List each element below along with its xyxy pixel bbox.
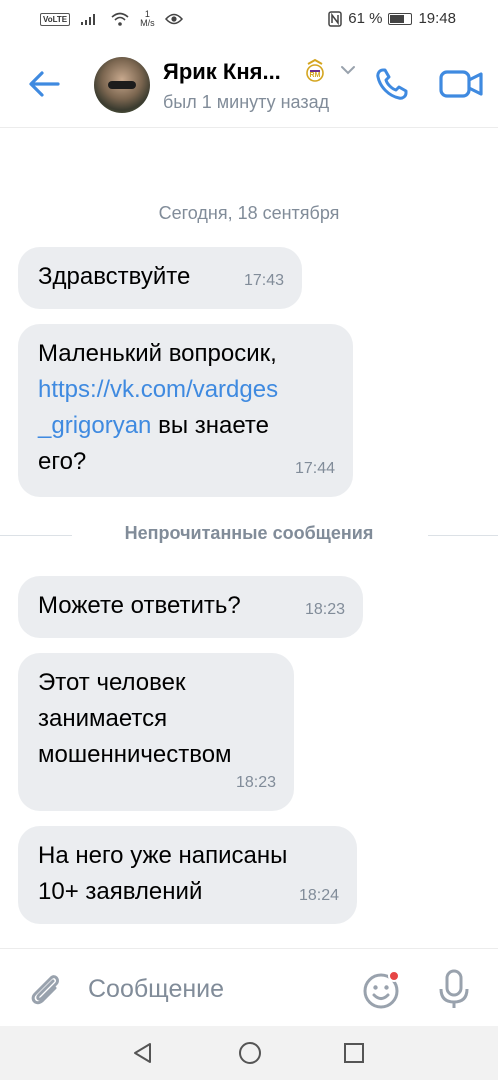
message-time: 18:24 — [298, 887, 339, 904]
nav-home-icon[interactable] — [237, 1040, 263, 1066]
clock: 19:48 — [418, 10, 456, 27]
message-line: занимается — [38, 705, 168, 732]
phone-icon[interactable] — [372, 64, 412, 104]
video-camera-icon[interactable] — [438, 66, 484, 102]
back-arrow-icon[interactable] — [24, 64, 64, 104]
chevron-down-icon[interactable] — [340, 64, 356, 76]
signal-icon — [81, 14, 96, 25]
microphone-icon[interactable] — [436, 967, 472, 1011]
message-text: Маленький вопросик, — [38, 340, 277, 367]
message-bubble[interactable]: На него уже написаны 10+ заявлений 18:24 — [18, 826, 357, 924]
net-speed: 1 M/s — [140, 10, 155, 28]
nfc-icon — [328, 10, 342, 27]
battery-percent: 61 % — [348, 10, 383, 27]
status-bar-left: VoLTE 1 M/s — [40, 10, 183, 28]
system-nav-bar — [0, 1026, 498, 1080]
date-separator: Сегодня, 18 сентября — [158, 203, 340, 223]
svg-text:RM: RM — [310, 72, 321, 79]
unread-separator: Непрочитанные сообщения — [0, 523, 498, 549]
nav-recents-icon[interactable] — [342, 1041, 366, 1065]
wifi-icon — [111, 12, 129, 26]
message-text: Здравствуйте — [38, 263, 191, 290]
status-bar: VoLTE 1 M/s 61 % 19:48 — [0, 0, 498, 38]
message-line: Этот человек — [38, 669, 186, 696]
volte-indicator: VoLTE — [40, 12, 71, 26]
message-line: 10+ заявлений — [38, 878, 203, 905]
status-bar-right: 61 % 19:48 — [328, 10, 456, 27]
message-link-line2: _grigoryan — [38, 412, 152, 439]
message-link-line1: https://vk.com/vardges — [38, 376, 279, 403]
message-line: На него уже написаны — [38, 842, 288, 869]
message-line: мошенничеством — [38, 741, 232, 768]
eye-icon — [164, 13, 183, 25]
message-list[interactable]: Сегодня, 18 сентября Здравствуйте 17:43 … — [0, 129, 498, 947]
paperclip-icon[interactable] — [24, 969, 64, 1009]
smile-icon[interactable] — [360, 967, 404, 1011]
nav-back-icon[interactable] — [130, 1041, 154, 1065]
message-text-after: вы знаете — [151, 412, 269, 439]
message-bubble[interactable]: Маленький вопросик, https://vk.com/vardg… — [18, 324, 353, 497]
message-bubble[interactable]: Можете ответить? 18:23 — [18, 576, 363, 638]
message-time: 17:44 — [294, 460, 335, 477]
avatar[interactable] — [94, 57, 150, 113]
unread-separator-label: Непрочитанные сообщения — [124, 523, 374, 543]
contact-status: был 1 минуту назад — [163, 92, 330, 112]
message-text: Можете ответить? — [38, 592, 241, 619]
club-badge-icon: RM — [306, 58, 324, 82]
battery-icon — [388, 12, 413, 25]
net-speed-unit: M/s — [140, 18, 155, 28]
message-time: 17:43 — [243, 272, 284, 289]
message-bubble[interactable]: Этот человек занимается мошенничеством 1… — [18, 653, 294, 811]
message-bubble[interactable]: Здравствуйте 17:43 — [18, 247, 302, 309]
contact-name[interactable]: Ярик Кня... — [163, 59, 281, 85]
message-input[interactable] — [88, 971, 348, 1007]
message-time: 18:23 — [235, 774, 276, 791]
message-text-end: его? — [38, 448, 87, 475]
chat-header: Ярик Кня... RM был 1 минуту назад — [0, 38, 498, 128]
message-time: 18:23 — [304, 601, 345, 618]
message-composer — [0, 948, 498, 1026]
